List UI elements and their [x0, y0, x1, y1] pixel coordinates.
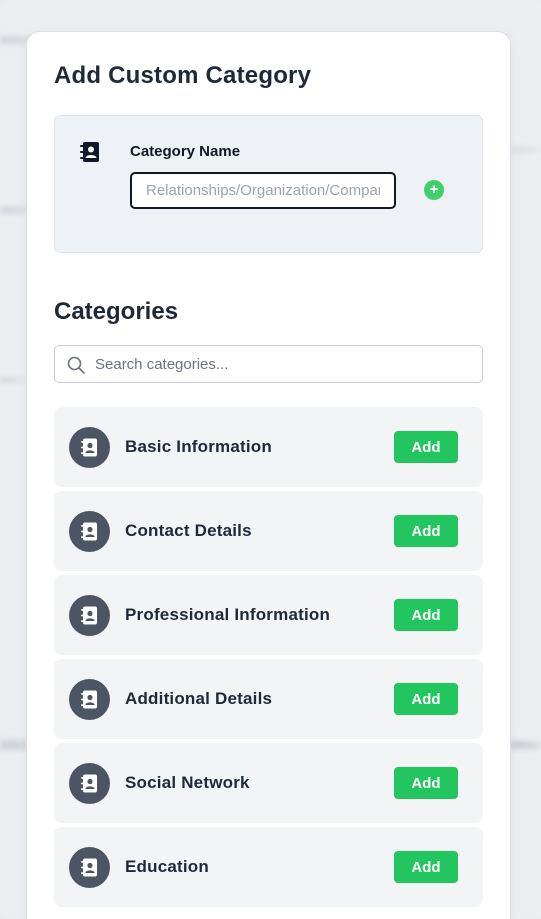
contact-book-icon	[81, 690, 97, 709]
category-avatar	[69, 847, 110, 888]
category-item: Additional Details Add	[54, 659, 483, 739]
category-list: Basic Information Add Contact Details Add Pr…	[54, 407, 483, 911]
add-custom-category-panel: Add Custom Category Category Name + Cate…	[26, 31, 511, 919]
category-name-label: Category Name	[130, 143, 241, 160]
add-category-button[interactable]: Add	[394, 431, 458, 463]
category-item: Education Add	[54, 827, 483, 907]
add-category-button[interactable]: Add	[394, 515, 458, 547]
plus-icon: +	[429, 181, 439, 198]
add-category-button[interactable]: Add	[394, 851, 458, 883]
categories-title: Categories	[54, 298, 179, 325]
contact-book-icon	[81, 774, 97, 793]
category-item: Basic Information Add	[54, 407, 483, 487]
category-avatar	[69, 763, 110, 804]
category-avatar	[69, 679, 110, 720]
search-icon	[67, 356, 85, 374]
contact-book-icon	[81, 438, 97, 457]
category-label: Professional Information	[125, 605, 331, 624]
category-label: Contact Details	[125, 521, 252, 540]
add-category-button[interactable]: Add	[394, 683, 458, 715]
category-item: Contact Details Add	[54, 491, 483, 571]
contact-book-icon	[81, 858, 97, 877]
category-label: Additional Details	[125, 689, 273, 708]
category-label: Social Network	[125, 773, 250, 792]
contact-book-icon	[81, 522, 97, 541]
category-label: Basic Information	[125, 437, 272, 456]
category-avatar	[69, 511, 110, 552]
contact-book-icon	[81, 606, 97, 625]
add-category-plus-button[interactable]: +	[424, 180, 444, 200]
add-category-button[interactable]: Add	[394, 767, 458, 799]
category-item: Social Network Add	[54, 743, 483, 823]
search-input[interactable]	[95, 346, 475, 382]
custom-category-box: Category Name +	[54, 115, 483, 253]
category-name-input[interactable]	[130, 172, 396, 209]
category-avatar	[69, 427, 110, 468]
add-category-button[interactable]: Add	[394, 599, 458, 631]
panel-title: Add Custom Category	[54, 62, 312, 89]
category-label: Education	[125, 857, 209, 876]
category-item: Professional Information Add	[54, 575, 483, 655]
category-avatar	[69, 595, 110, 636]
search-field[interactable]	[54, 345, 483, 383]
contact-book-icon	[80, 142, 99, 162]
